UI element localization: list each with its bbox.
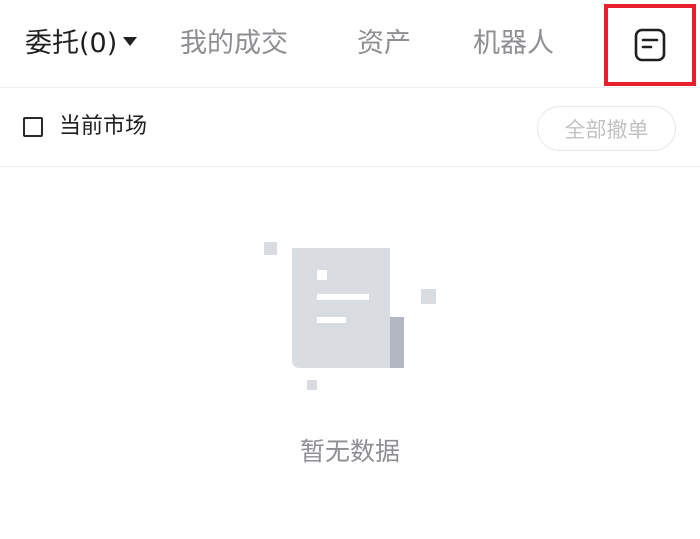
order-records-button[interactable] xyxy=(604,4,696,86)
current-market-label[interactable]: 当前市场 xyxy=(59,111,147,143)
tab-robot-label: 机器人 xyxy=(473,28,554,59)
tab-assets-label: 资产 xyxy=(357,28,411,59)
tab-entrust-label: 委托(0) xyxy=(25,28,118,59)
tab-entrust[interactable]: 委托(0) xyxy=(25,24,138,64)
tab-assets[interactable]: 资产 xyxy=(357,24,411,64)
current-market-checkbox[interactable] xyxy=(23,117,43,137)
cancel-all-button[interactable]: 全部撤单 xyxy=(537,106,676,151)
filter-bar: 当前市场 全部撤单 xyxy=(0,89,700,167)
empty-document-icon xyxy=(264,242,436,390)
document-list-icon xyxy=(634,28,666,62)
empty-state-text: 暂无数据 xyxy=(299,437,400,466)
tab-my-trades[interactable]: 我的成交 xyxy=(180,24,288,64)
caret-down-icon xyxy=(123,37,138,46)
tab-robot[interactable]: 机器人 xyxy=(473,24,554,64)
tab-my-trades-label: 我的成交 xyxy=(180,28,288,59)
order-tab-bar: 委托(0) 我的成交 资产 机器人 xyxy=(0,0,700,88)
